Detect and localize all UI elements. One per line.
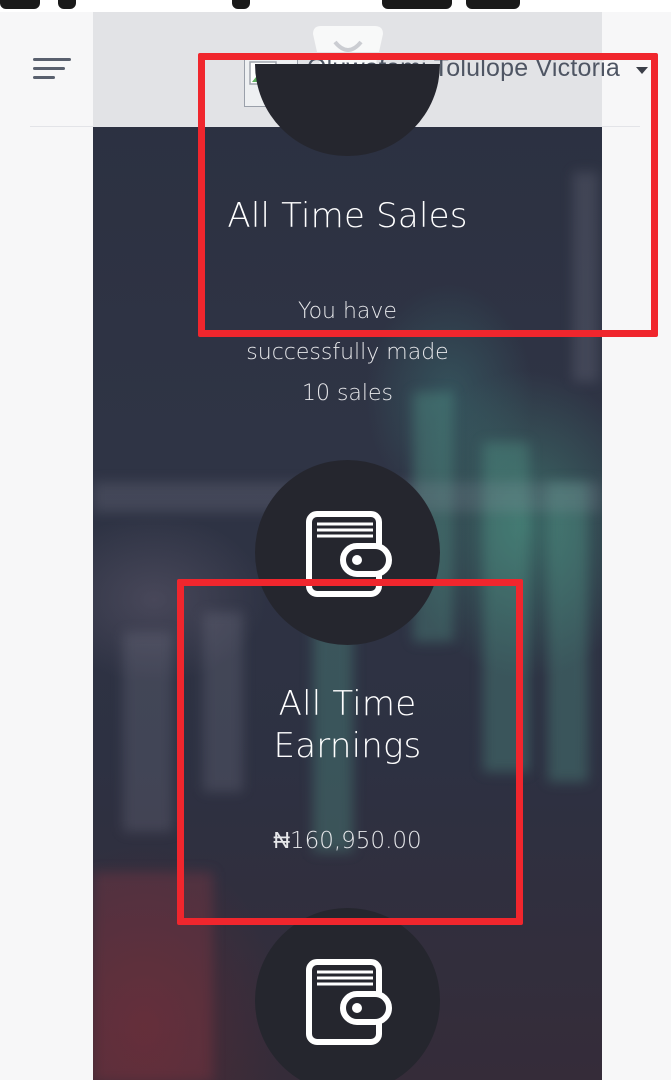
annotation-box-sales	[198, 53, 658, 337]
status-glyph	[0, 0, 40, 9]
status-glyph	[232, 0, 250, 9]
menu-icon-line	[33, 67, 65, 70]
status-glyph	[466, 0, 520, 9]
sales-description-line3: 10 sales	[301, 381, 394, 406]
sales-description-line2: successfully made	[246, 340, 449, 365]
menu-icon-line	[33, 76, 55, 79]
third-icon-circle	[255, 908, 440, 1080]
menu-icon	[33, 58, 71, 61]
wallet-icon	[306, 959, 392, 1045]
page: Oluwafemi Tolulope Victoria All Time Sal…	[0, 0, 671, 1080]
status-glyph	[58, 0, 76, 9]
status-glyph	[382, 0, 452, 9]
status-bar	[0, 0, 671, 12]
annotation-box-earnings	[177, 579, 523, 925]
menu-button[interactable]	[28, 52, 76, 88]
